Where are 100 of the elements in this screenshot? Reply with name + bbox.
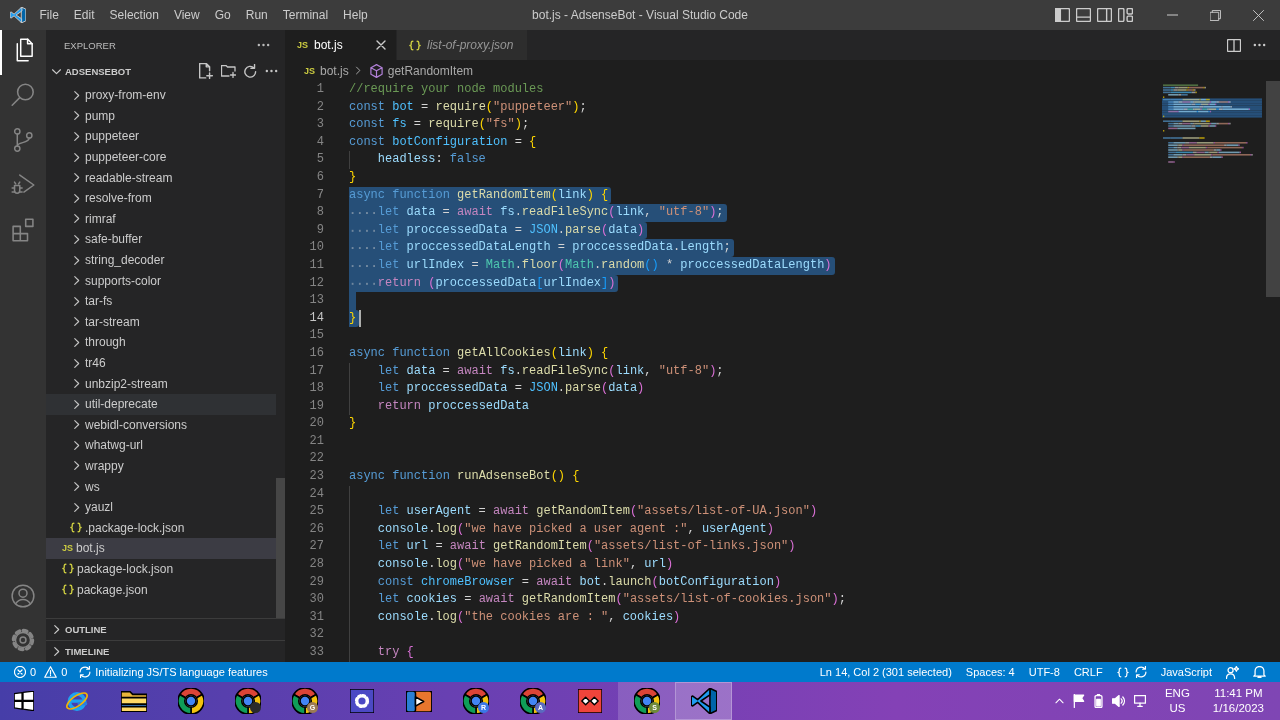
input-language-indicator[interactable]: ENG US xyxy=(1160,686,1194,716)
line-number: 25 xyxy=(309,503,324,521)
tree-item[interactable]: puppeteer-core xyxy=(46,146,276,168)
menu-item[interactable]: Run xyxy=(238,0,276,30)
menu-item[interactable]: File xyxy=(32,0,67,30)
layout-icon[interactable] xyxy=(1118,8,1133,22)
run-debug-icon xyxy=(11,173,35,197)
monitor-icon[interactable] xyxy=(1133,695,1146,707)
json-file-icon xyxy=(70,522,82,534)
folder-icon xyxy=(120,690,147,712)
braces-icon[interactable] xyxy=(1116,666,1129,678)
tree-item[interactable]: tar-stream xyxy=(46,311,276,333)
editor-tab[interactable]: JS bot.js xyxy=(285,30,397,60)
tree-item[interactable]: pump xyxy=(46,105,276,127)
status-item[interactable]: UTF-8 xyxy=(1021,662,1067,682)
battery-icon[interactable] xyxy=(1093,694,1103,708)
close-icon[interactable] xyxy=(1253,9,1264,21)
line-number: 31 xyxy=(309,608,324,626)
line-number: 26 xyxy=(309,520,324,538)
json-file-icon xyxy=(62,584,74,596)
clock[interactable]: 11:41 PM 1/16/2023 xyxy=(1208,686,1268,716)
json-file-icon xyxy=(62,563,74,575)
line-number: 9 xyxy=(316,221,324,239)
new-file-icon[interactable] xyxy=(199,63,213,79)
tree-item[interactable]: yauzl xyxy=(46,496,276,518)
tree-item[interactable]: resolve-from xyxy=(46,187,276,209)
tree-item[interactable]: .package-lock.json xyxy=(46,517,276,539)
status-item[interactable]: JavaScript xyxy=(1153,662,1219,682)
tree-item[interactable]: tr46 xyxy=(46,352,276,374)
section-header[interactable]: TIMELINE xyxy=(46,641,110,662)
split-editor-icon[interactable] xyxy=(1227,38,1241,52)
app-logo-icon xyxy=(10,7,26,23)
line-number: 29 xyxy=(309,573,324,591)
tree-item[interactable]: safe-buffer xyxy=(46,229,276,250)
menu-item[interactable]: Selection xyxy=(102,0,167,30)
more-icon[interactable] xyxy=(257,43,270,47)
status-item[interactable]: Ln 14, Col 2 (301 selected) xyxy=(812,662,959,682)
close-icon[interactable] xyxy=(376,40,386,50)
settings-icon xyxy=(349,689,374,713)
code-line: const bot = require("puppeteer"); xyxy=(349,98,587,116)
more-icon[interactable] xyxy=(265,69,278,73)
warning-icon xyxy=(44,666,58,678)
breadcrumb-item[interactable]: getRandomItem xyxy=(369,63,474,78)
panel-toggle-icon[interactable] xyxy=(1076,8,1091,22)
code-line: //require your node modules xyxy=(349,81,544,98)
section-header[interactable]: OUTLINE xyxy=(46,619,107,640)
browser-icon xyxy=(633,688,660,714)
tree-item[interactable]: package-lock.json xyxy=(46,558,276,580)
chevron-up-icon[interactable] xyxy=(1054,698,1064,704)
menu-item[interactable]: Help xyxy=(335,0,376,30)
tree-item[interactable]: string_decoder xyxy=(46,249,276,271)
tree-item[interactable]: webidl-conversions xyxy=(46,414,276,436)
speaker-icon[interactable] xyxy=(1111,695,1125,707)
tree-item[interactable]: readable-stream xyxy=(46,167,276,188)
refresh-icon[interactable] xyxy=(244,64,257,78)
minimap[interactable] xyxy=(1162,83,1262,165)
line-number: 13 xyxy=(309,292,324,310)
menu-item[interactable]: Go xyxy=(207,0,239,30)
editor-tab[interactable]: list-of-proxy.json xyxy=(397,30,529,60)
tree-item[interactable]: util-deprecate xyxy=(46,393,276,415)
tree-item[interactable]: rimraf xyxy=(46,208,276,230)
sidebar-toggle-icon[interactable] xyxy=(1055,8,1070,22)
tree-item[interactable]: ws xyxy=(46,476,276,497)
code-line: const chromeBrowser = await bot.launch(botConfiguration) xyxy=(377,573,782,591)
tree-item[interactable]: tar-fs xyxy=(46,290,276,312)
menu-item[interactable]: View xyxy=(166,0,208,30)
tree-item[interactable]: unbzip2-stream xyxy=(46,373,276,394)
status-item[interactable]: CRLF xyxy=(1066,662,1110,682)
more-icon[interactable] xyxy=(1253,43,1266,47)
tree-item[interactable]: supports-color xyxy=(46,270,276,291)
taskbar-button[interactable] xyxy=(675,682,732,720)
progress-status-item[interactable]: Initializing JS/TS language features xyxy=(73,662,274,682)
tree-item[interactable]: puppeteer xyxy=(46,126,276,147)
secondary-sidebar-toggle-icon[interactable] xyxy=(1097,8,1112,22)
new-folder-icon[interactable] xyxy=(221,64,236,78)
line-number: 2 xyxy=(316,98,324,116)
restore-icon[interactable] xyxy=(1210,9,1221,21)
profile-avatar xyxy=(250,702,261,713)
section-header[interactable]: ADSENSEBOT xyxy=(46,60,131,82)
line-number: 10 xyxy=(309,239,324,257)
bell-icon[interactable] xyxy=(1253,666,1266,678)
tree-item[interactable]: proxy-from-env xyxy=(46,85,276,106)
js-file-icon: JS xyxy=(304,65,315,76)
problems-status-item[interactable]: 0 0 xyxy=(8,662,74,682)
breadcrumb-item[interactable]: JS bot.js xyxy=(304,63,349,78)
tree-item[interactable]: wrappy xyxy=(46,455,276,477)
status-item[interactable]: Spaces: 4 xyxy=(958,662,1022,682)
menu-item[interactable]: Terminal xyxy=(275,0,336,30)
flag-icon[interactable] xyxy=(1072,694,1085,708)
tree-item[interactable]: package.json xyxy=(46,579,276,600)
line-number: 22 xyxy=(309,450,324,468)
code-line: async function getAllCookies(link) { xyxy=(349,344,609,362)
scrollbar-thumb[interactable] xyxy=(276,478,285,618)
scrollbar-thumb[interactable] xyxy=(1266,81,1280,297)
menu-item[interactable]: Edit xyxy=(66,0,103,30)
tree-item[interactable]: through xyxy=(46,332,276,353)
feedback-icon[interactable] xyxy=(1226,665,1239,679)
account-icon xyxy=(11,584,35,608)
tree-item[interactable]: JS bot.js xyxy=(46,538,276,559)
tree-item[interactable]: whatwg-url xyxy=(46,435,276,456)
